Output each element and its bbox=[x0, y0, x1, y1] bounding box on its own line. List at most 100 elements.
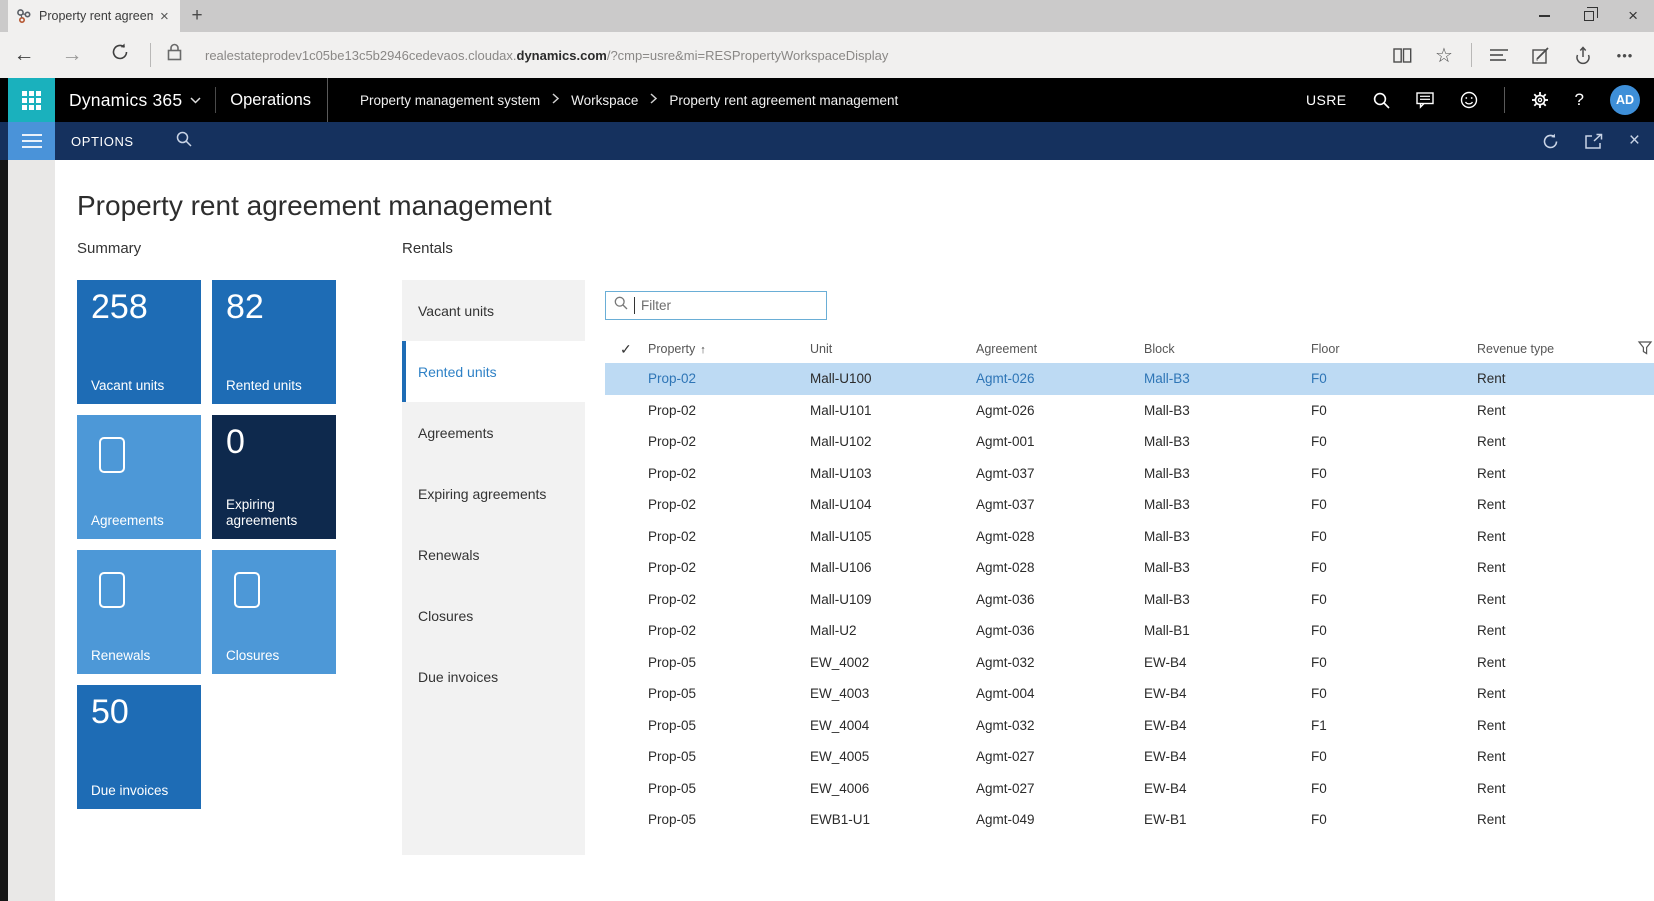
tab-closures[interactable]: Closures bbox=[402, 585, 585, 646]
table-row[interactable]: Prop-05 EW_4002 Agmt-032 EW-B4 F0 Rent bbox=[605, 647, 1654, 679]
cell-property[interactable]: Prop-02 bbox=[648, 466, 810, 481]
more-icon[interactable]: ••• bbox=[1604, 48, 1646, 63]
cell-agreement[interactable]: Agmt-027 bbox=[976, 781, 1144, 796]
breadcrumb-module[interactable]: Property management system bbox=[360, 93, 540, 108]
cell-floor[interactable]: F0 bbox=[1311, 371, 1477, 386]
options-menu[interactable]: OPTIONS bbox=[71, 134, 134, 149]
tile-expiring-agreements[interactable]: 0 Expiring agreements bbox=[212, 415, 336, 539]
cell-property[interactable]: Prop-05 bbox=[648, 718, 810, 733]
cell-property[interactable]: Prop-02 bbox=[648, 529, 810, 544]
search-icon[interactable] bbox=[1373, 92, 1390, 109]
cell-property[interactable]: Prop-05 bbox=[648, 812, 810, 827]
cell-agreement[interactable]: Agmt-036 bbox=[976, 592, 1144, 607]
cell-agreement[interactable]: Agmt-036 bbox=[976, 623, 1144, 638]
cell-block[interactable]: Mall-B3 bbox=[1144, 466, 1311, 481]
cell-property[interactable]: Prop-02 bbox=[648, 623, 810, 638]
cell-floor[interactable]: F0 bbox=[1311, 655, 1477, 670]
cell-property[interactable]: Prop-02 bbox=[648, 560, 810, 575]
cell-agreement[interactable]: Agmt-026 bbox=[976, 403, 1144, 418]
cell-block[interactable]: EW-B4 bbox=[1144, 781, 1311, 796]
cell-property[interactable]: Prop-05 bbox=[648, 749, 810, 764]
cell-floor[interactable]: F0 bbox=[1311, 529, 1477, 544]
tile-due-invoices[interactable]: 50 Due invoices bbox=[77, 685, 201, 809]
cell-block[interactable]: EW-B4 bbox=[1144, 749, 1311, 764]
cell-property[interactable]: Prop-05 bbox=[648, 686, 810, 701]
new-tab-button[interactable]: + bbox=[180, 0, 214, 32]
cell-floor[interactable]: F1 bbox=[1311, 718, 1477, 733]
column-header-floor[interactable]: Floor bbox=[1311, 342, 1477, 356]
cell-property[interactable]: Prop-02 bbox=[648, 371, 810, 386]
cell-agreement[interactable]: Agmt-037 bbox=[976, 466, 1144, 481]
open-in-new-window-icon[interactable] bbox=[1585, 134, 1603, 149]
settings-gear-icon[interactable] bbox=[1531, 91, 1549, 109]
cell-agreement[interactable]: Agmt-037 bbox=[976, 497, 1144, 512]
cell-agreement[interactable]: Agmt-001 bbox=[976, 434, 1144, 449]
tab-rented-units[interactable]: Rented units bbox=[402, 341, 585, 402]
brand-menu[interactable]: Dynamics 365 bbox=[69, 90, 201, 111]
nav-hamburger-button[interactable] bbox=[8, 122, 55, 160]
cell-floor[interactable]: F0 bbox=[1311, 749, 1477, 764]
cell-floor[interactable]: F0 bbox=[1311, 781, 1477, 796]
column-header-revenue-type[interactable]: Revenue type bbox=[1477, 342, 1654, 356]
hub-icon[interactable] bbox=[1478, 48, 1520, 62]
company-picker[interactable]: USRE bbox=[1306, 92, 1347, 108]
cell-property[interactable]: Prop-02 bbox=[648, 592, 810, 607]
cell-block[interactable]: Mall-B1 bbox=[1144, 623, 1311, 638]
tab-renewals[interactable]: Renewals bbox=[402, 524, 585, 585]
filter-input[interactable] bbox=[641, 298, 818, 313]
table-row[interactable]: Prop-02 Mall-U106 Agmt-028 Mall-B3 F0 Re… bbox=[605, 552, 1654, 584]
column-header-block[interactable]: Block bbox=[1144, 342, 1311, 356]
cell-floor[interactable]: F0 bbox=[1311, 623, 1477, 638]
command-search-icon[interactable] bbox=[176, 131, 192, 152]
table-row[interactable]: Prop-05 EW_4005 Agmt-027 EW-B4 F0 Rent bbox=[605, 741, 1654, 773]
table-row[interactable]: Prop-02 Mall-U104 Agmt-037 Mall-B3 F0 Re… bbox=[605, 489, 1654, 521]
avatar[interactable]: AD bbox=[1610, 85, 1640, 115]
table-row[interactable]: Prop-02 Mall-U101 Agmt-026 Mall-B3 F0 Re… bbox=[605, 395, 1654, 427]
cell-block[interactable]: EW-B4 bbox=[1144, 655, 1311, 670]
table-row[interactable]: Prop-05 EW_4003 Agmt-004 EW-B4 F0 Rent bbox=[605, 678, 1654, 710]
select-all-check-icon[interactable]: ✓ bbox=[620, 341, 648, 358]
tab-vacant-units[interactable]: Vacant units bbox=[402, 280, 585, 341]
tab-close-icon[interactable]: × bbox=[160, 9, 169, 24]
cell-agreement[interactable]: Agmt-027 bbox=[976, 749, 1144, 764]
cell-block[interactable]: EW-B1 bbox=[1144, 812, 1311, 827]
tile-agreements[interactable]: Agreements bbox=[77, 415, 201, 539]
table-row[interactable]: Prop-02 Mall-U100 Agmt-026 Mall-B3 F0 Re… bbox=[605, 363, 1654, 395]
url-text[interactable]: realestateprodev1c05be13c5b2946cedevaos.… bbox=[205, 48, 1381, 63]
cell-floor[interactable]: F0 bbox=[1311, 497, 1477, 512]
favorites-star-icon[interactable]: ☆ bbox=[1423, 43, 1465, 68]
cell-property[interactable]: Prop-02 bbox=[648, 434, 810, 449]
cell-floor[interactable]: F0 bbox=[1311, 560, 1477, 575]
cell-floor[interactable]: F0 bbox=[1311, 686, 1477, 701]
refresh-page-icon[interactable] bbox=[1542, 133, 1559, 150]
cell-floor[interactable]: F0 bbox=[1311, 592, 1477, 607]
reading-view-icon[interactable] bbox=[1381, 48, 1423, 63]
app-launcher-button[interactable] bbox=[8, 78, 55, 122]
cell-property[interactable]: Prop-02 bbox=[648, 403, 810, 418]
cell-block[interactable]: EW-B4 bbox=[1144, 686, 1311, 701]
share-icon[interactable] bbox=[1562, 46, 1604, 64]
cell-floor[interactable]: F0 bbox=[1311, 403, 1477, 418]
table-row[interactable]: Prop-02 Mall-U2 Agmt-036 Mall-B1 F0 Rent bbox=[605, 615, 1654, 647]
grid-filter-box[interactable] bbox=[605, 291, 827, 320]
tab-due-invoices[interactable]: Due invoices bbox=[402, 646, 585, 707]
cell-block[interactable]: Mall-B3 bbox=[1144, 403, 1311, 418]
cell-property[interactable]: Prop-02 bbox=[648, 497, 810, 512]
tile-closures[interactable]: Closures bbox=[212, 550, 336, 674]
column-header-agreement[interactable]: Agreement bbox=[976, 342, 1144, 356]
tile-rented-units[interactable]: 82 Rented units bbox=[212, 280, 336, 404]
restore-button[interactable] bbox=[1584, 11, 1594, 21]
cell-block[interactable]: EW-B4 bbox=[1144, 718, 1311, 733]
collapsed-nav-rail[interactable] bbox=[8, 160, 55, 901]
table-row[interactable]: Prop-02 Mall-U103 Agmt-037 Mall-B3 F0 Re… bbox=[605, 458, 1654, 490]
cell-agreement[interactable]: Agmt-049 bbox=[976, 812, 1144, 827]
table-row[interactable]: Prop-02 Mall-U109 Agmt-036 Mall-B3 F0 Re… bbox=[605, 584, 1654, 616]
table-row[interactable]: Prop-05 EWB1-U1 Agmt-049 EW-B1 F0 Rent bbox=[605, 804, 1654, 836]
breadcrumb-area[interactable]: Workspace bbox=[571, 93, 638, 108]
table-row[interactable]: Prop-02 Mall-U102 Agmt-001 Mall-B3 F0 Re… bbox=[605, 426, 1654, 458]
cell-agreement[interactable]: Agmt-032 bbox=[976, 655, 1144, 670]
cell-block[interactable]: Mall-B3 bbox=[1144, 560, 1311, 575]
cell-block[interactable]: Mall-B3 bbox=[1144, 434, 1311, 449]
smiley-feedback-icon[interactable] bbox=[1460, 91, 1478, 109]
cell-floor[interactable]: F0 bbox=[1311, 812, 1477, 827]
